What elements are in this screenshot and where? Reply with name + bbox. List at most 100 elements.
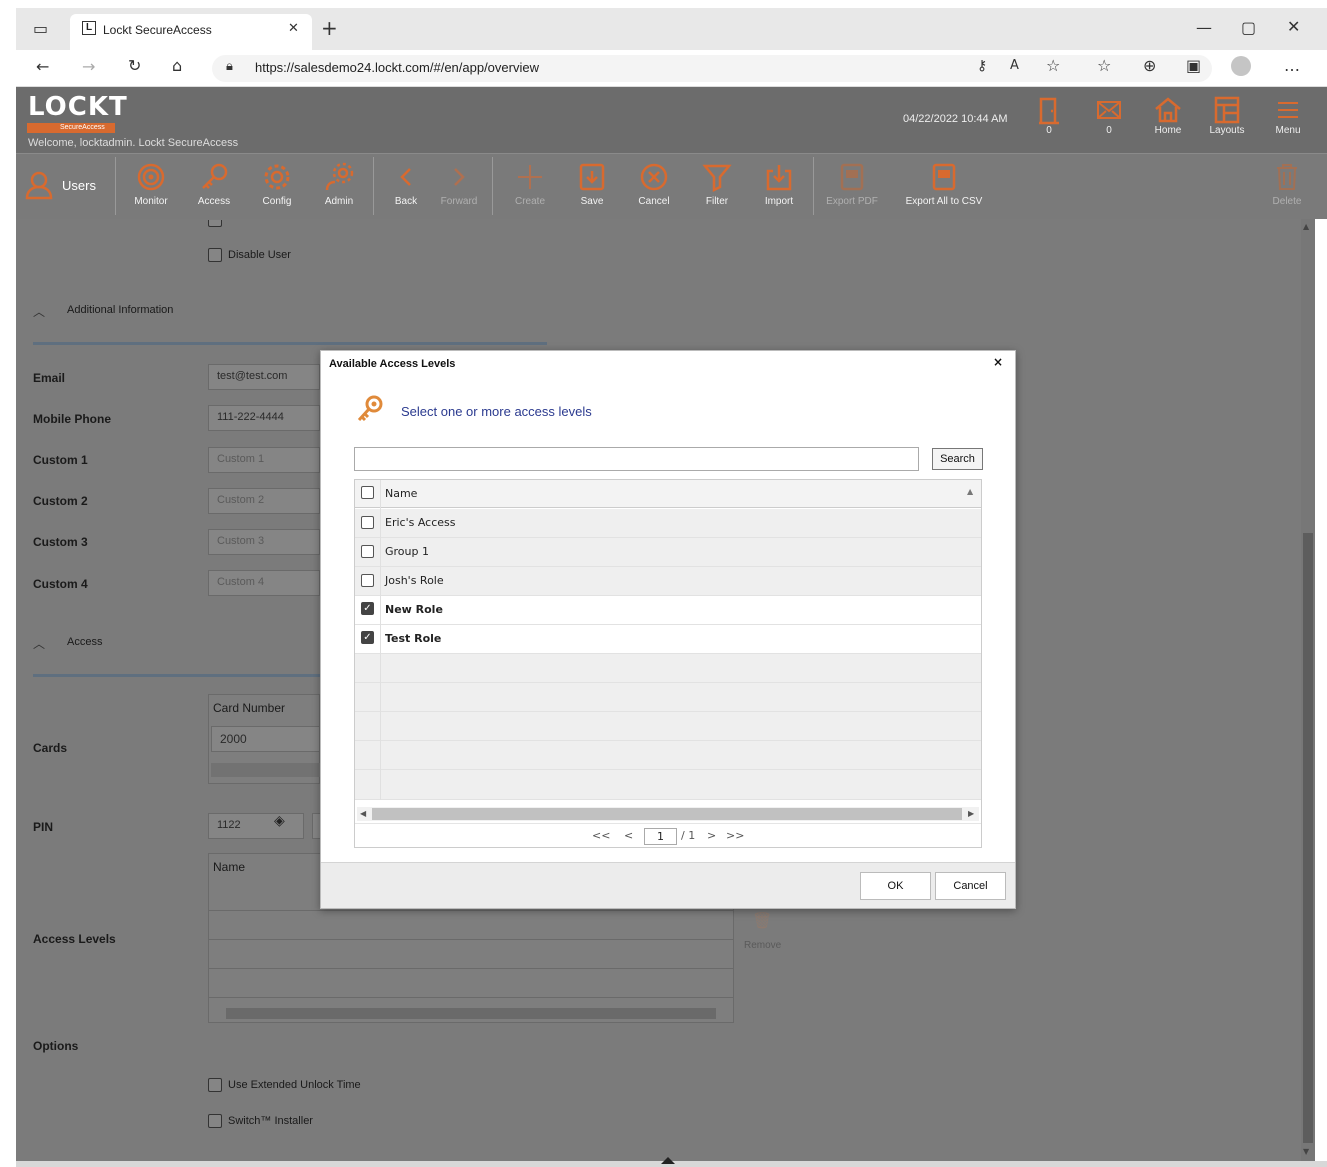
checkbox-partial[interactable] — [208, 220, 222, 227]
delete-button[interactable]: Delete — [1265, 162, 1309, 207]
cancel-circle-icon — [640, 163, 668, 191]
header-doors[interactable]: 0 — [1024, 95, 1074, 136]
access-levels-hscroll[interactable] — [226, 1008, 716, 1019]
monitor-button[interactable]: Monitor — [128, 162, 174, 207]
scrollbar-thumb[interactable] — [1303, 533, 1313, 1143]
table-row-selected[interactable] — [355, 596, 981, 625]
collapse-chevron-icon[interactable]: ︿ — [33, 303, 45, 320]
header-menu[interactable]: Menu — [1263, 95, 1313, 136]
collections-icon[interactable]: ⊕ — [1143, 58, 1156, 74]
dialog-close-icon[interactable]: × — [993, 355, 1003, 369]
email-field[interactable]: test@test.com — [208, 364, 320, 390]
column-header-name[interactable]: Name — [385, 487, 417, 500]
maximize-icon[interactable]: ▢ — [1241, 20, 1256, 36]
scroll-right-icon[interactable]: ▶ — [968, 809, 974, 818]
pager-last[interactable]: >> — [726, 829, 744, 842]
section-additional-info[interactable]: Additional Information — [67, 304, 173, 316]
delete-label: Delete — [1272, 196, 1302, 207]
extended-unlock-checkbox[interactable] — [208, 1078, 222, 1092]
favorites-icon[interactable]: ☆ — [1097, 58, 1111, 74]
tab-close-icon[interactable]: ✕ — [288, 22, 299, 35]
remove-trash-icon[interactable]: 🗑︎ — [752, 911, 772, 930]
import-button[interactable]: Import — [757, 162, 801, 207]
pager-prev[interactable]: < — [624, 829, 633, 842]
config-button[interactable]: Config — [254, 162, 300, 207]
custom1-field[interactable]: Custom 1 — [208, 447, 320, 473]
minimize-icon[interactable]: — — [1196, 20, 1212, 36]
url-text[interactable]: https://salesdemo24.lockt.com/#/en/app/o… — [255, 60, 539, 75]
refresh-icon[interactable]: ↻ — [128, 58, 141, 74]
card-number-cell[interactable]: 2000 — [211, 726, 320, 752]
profile-avatar[interactable] — [1231, 56, 1251, 76]
table-row[interactable] — [355, 567, 981, 596]
eye-hide-icon[interactable]: ◈ — [274, 813, 285, 829]
pager-first[interactable]: << — [592, 829, 610, 842]
save-icon — [579, 163, 605, 191]
scroll-left-icon[interactable]: ◀ — [360, 809, 366, 818]
export-csv-button[interactable]: Export All to CSV — [898, 162, 990, 207]
header-messages[interactable]: 0 — [1084, 95, 1134, 136]
save-button[interactable]: Save — [570, 162, 614, 207]
table-row[interactable] — [355, 538, 981, 567]
custom2-field[interactable]: Custom 2 — [208, 488, 320, 514]
home-browser-icon[interactable]: ⌂ — [172, 58, 182, 74]
admin-button[interactable]: Admin — [316, 162, 362, 207]
search-button[interactable]: Search — [932, 448, 983, 470]
toolbar-divider — [115, 157, 116, 215]
row-checkbox[interactable] — [361, 574, 374, 587]
cards-hscroll[interactable] — [211, 763, 320, 777]
select-all-checkbox[interactable] — [361, 486, 374, 499]
extensions-icon[interactable]: ▣ — [1186, 58, 1201, 74]
forward-button[interactable]: Forward — [436, 162, 482, 207]
gear-icon — [264, 164, 290, 190]
tab-actions-icon[interactable]: ▭ — [33, 21, 48, 37]
page-number-input[interactable]: 1 — [644, 828, 677, 845]
access-button[interactable]: Access — [191, 162, 237, 207]
pin-field[interactable]: 1122 — [208, 813, 304, 839]
create-button[interactable]: Create — [508, 162, 552, 207]
mobile-phone-field[interactable]: 111-222-4444 — [208, 405, 320, 431]
ok-button[interactable]: OK — [860, 872, 931, 900]
more-options-icon[interactable]: … — [1284, 58, 1300, 74]
cancel-button[interactable]: Cancel — [935, 872, 1006, 900]
row-checkbox[interactable] — [361, 545, 374, 558]
row-checkbox-checked[interactable] — [361, 602, 374, 615]
cancel-toolbar-button[interactable]: Cancel — [632, 162, 676, 207]
back-button[interactable]: Back — [388, 162, 424, 207]
header-home[interactable]: Home — [1143, 95, 1193, 136]
custom3-field[interactable]: Custom 3 — [208, 529, 320, 555]
users-label: Users — [62, 177, 96, 193]
toolbar-divider — [373, 157, 374, 215]
remove-button[interactable]: Remove — [744, 940, 781, 951]
sort-asc-icon[interactable]: ▲ — [967, 487, 973, 496]
header-layouts[interactable]: Layouts — [1202, 95, 1252, 136]
row-checkbox[interactable] — [361, 516, 374, 529]
key-browser-icon[interactable]: ⚷ — [977, 59, 987, 73]
section-access[interactable]: Access — [67, 636, 102, 648]
favorite-add-icon[interactable]: ☆ — [1046, 58, 1060, 74]
expand-up-icon[interactable] — [661, 1157, 675, 1164]
pager-next[interactable]: > — [707, 829, 716, 842]
header-home-label: Home — [1154, 125, 1182, 136]
row-name: Josh's Role — [385, 574, 444, 587]
new-tab-icon[interactable]: + — [321, 18, 338, 38]
switch-installer-checkbox[interactable] — [208, 1114, 222, 1128]
access-search-input[interactable] — [354, 447, 919, 471]
scroll-down-icon[interactable]: ▼ — [1303, 1147, 1309, 1156]
forward-arrow-icon[interactable]: → — [82, 59, 95, 75]
window-close-icon[interactable]: ✕ — [1287, 19, 1300, 35]
users-button[interactable]: Users — [24, 170, 96, 200]
table-hscroll-thumb[interactable] — [372, 808, 962, 820]
lock-icon[interactable]: 🔒︎ — [226, 60, 233, 73]
back-arrow-icon[interactable]: ← — [36, 59, 49, 75]
scroll-up-icon[interactable]: ▲ — [1303, 222, 1309, 231]
read-aloud-icon[interactable]: A — [1010, 59, 1019, 72]
custom4-field[interactable]: Custom 4 — [208, 570, 320, 596]
table-row-selected[interactable] — [355, 625, 981, 654]
options-label: Options — [33, 1039, 79, 1053]
filter-button[interactable]: Filter — [695, 162, 739, 207]
collapse-chevron-icon[interactable]: ︿ — [33, 635, 45, 652]
disable-user-checkbox[interactable] — [208, 248, 222, 262]
export-pdf-button[interactable]: Export PDF — [822, 162, 882, 207]
row-checkbox-checked[interactable] — [361, 631, 374, 644]
